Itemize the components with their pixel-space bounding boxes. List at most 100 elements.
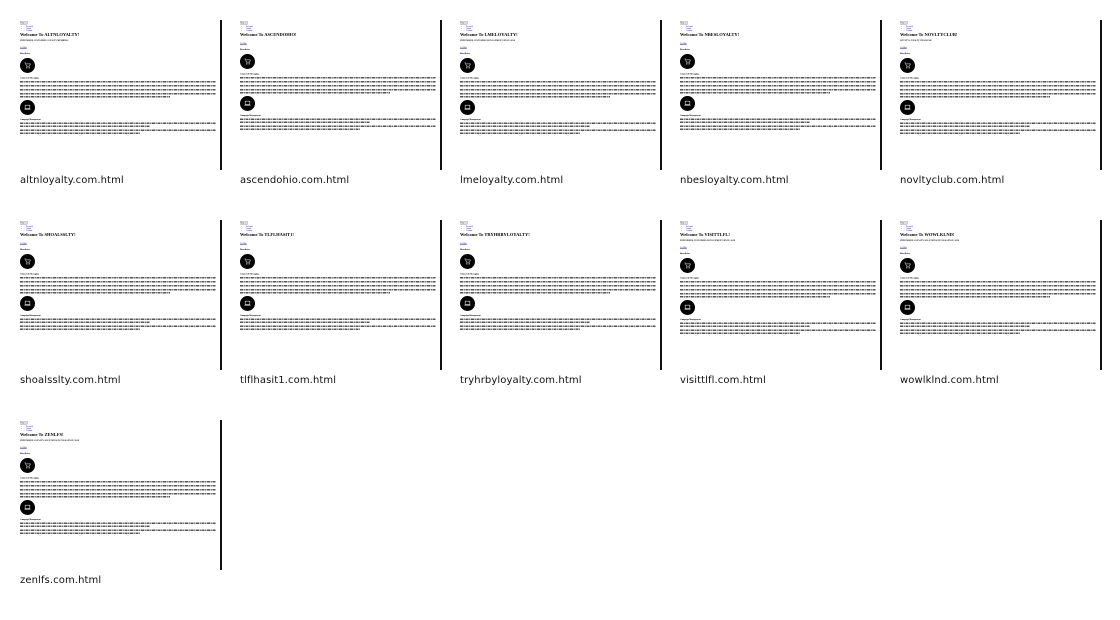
- laptop-icon: [680, 300, 695, 315]
- file-name-label[interactable]: tryhrbyloyalty.com.html: [460, 375, 680, 386]
- paragraph-line: [900, 332, 1020, 334]
- paragraph-line: [680, 325, 810, 327]
- section-heading: Campaign Management: [460, 314, 481, 317]
- paragraph-line: [20, 129, 216, 131]
- skip-link: Skip to: [900, 221, 908, 225]
- page-thumbnail[interactable]: Skip to Rewards About Contact Welcome To…: [20, 220, 222, 370]
- paragraph-line: [20, 96, 170, 98]
- skip-link: Skip to: [20, 421, 28, 425]
- paragraph-line: [680, 293, 876, 295]
- paragraph-line: [240, 285, 436, 287]
- paragraph-line: [20, 125, 150, 127]
- skip-link: Skip to: [240, 21, 248, 25]
- paragraph-line: [20, 122, 216, 124]
- paragraph-line: [460, 85, 656, 87]
- page-thumbnail[interactable]: Skip to Rewards About Contact Welcome To…: [680, 20, 882, 170]
- section-heading: Campaign Management: [240, 114, 261, 117]
- paragraph-line: [900, 93, 1096, 95]
- file-name-label[interactable]: shoalsslty.com.html: [20, 375, 240, 386]
- paragraph-line: [900, 293, 1096, 295]
- paragraph-line: [240, 121, 370, 123]
- skip-link: Skip to: [20, 21, 28, 25]
- paragraph-line: [900, 132, 1020, 134]
- page-thumbnail[interactable]: Skip to Rewards About Contact Welcome To…: [460, 220, 662, 370]
- page-thumbnail[interactable]: Skip to Rewards About Contact Welcome To…: [240, 220, 442, 370]
- paragraph-line: [680, 296, 830, 298]
- laptop-icon: [900, 100, 915, 115]
- subtitle: PREFERRED CUSTOMER LOYALTY MEMBERS: [20, 39, 69, 42]
- section-heading: Connected Messaging: [900, 76, 919, 80]
- section-heading: Connected Messaging: [900, 276, 919, 280]
- laptop-icon: [900, 300, 915, 315]
- page-thumbnail[interactable]: Skip to Rewards About Contact Welcome To…: [20, 420, 222, 570]
- paragraph-line: [20, 321, 150, 323]
- cta-link: Ver Más: [20, 46, 27, 49]
- cart-icon: [20, 58, 35, 73]
- nav-list: Rewards About Contact: [23, 25, 33, 32]
- paragraph-line: [240, 325, 436, 327]
- page-thumbnail[interactable]: Skip to Rewards About Contact Welcome To…: [20, 20, 222, 170]
- laptop-icon: [20, 500, 35, 515]
- file-name-label[interactable]: lmeloyalty.com.html: [460, 175, 680, 186]
- file-name-label[interactable]: nbesloyalty.com.html: [680, 175, 900, 186]
- paragraph-line: [900, 125, 1030, 127]
- file-name-label[interactable]: ascendohio.com.html: [240, 175, 460, 186]
- skip-link: Skip to: [240, 221, 248, 225]
- file-name-label[interactable]: wowlklnd.com.html: [900, 375, 1120, 386]
- cart-icon: [680, 258, 695, 273]
- cart-icon: [460, 58, 475, 73]
- page-thumbnail[interactable]: Skip to Rewards About Contact Welcome To…: [460, 20, 662, 170]
- paragraph-line: [680, 289, 876, 291]
- thumbnail-grid: Skip to Rewards About Contact Welcome To…: [0, 0, 1120, 620]
- cart-icon: [900, 58, 915, 73]
- page-thumbnail[interactable]: Skip to Rewards About Contact Welcome To…: [680, 220, 882, 370]
- section-heading: Connected Messaging: [240, 272, 259, 276]
- paragraph-line: [240, 277, 436, 279]
- paragraph-line: [680, 332, 800, 334]
- paragraph-line: [460, 132, 580, 134]
- cta-link: Ver Más: [900, 46, 907, 49]
- laptop-icon: [240, 96, 255, 111]
- nav-list: Rewards About Contact: [243, 225, 253, 232]
- nav-list: Rewards About Contact: [683, 25, 693, 32]
- paragraph-line: [240, 81, 436, 83]
- feature-heading: Beneficios: [20, 52, 30, 55]
- paragraph-line: [460, 281, 656, 283]
- paragraph-line: [20, 328, 140, 330]
- section-heading: Connected Messaging: [20, 476, 39, 480]
- paragraph-line: [680, 89, 876, 91]
- welcome-heading: Welcome To NBESLOYALTY!: [680, 32, 740, 37]
- page-thumbnail[interactable]: Skip to Rewards About Contact Welcome To…: [900, 20, 1102, 170]
- cta-link: Ver Más: [240, 42, 247, 45]
- section-heading: Campaign Management: [900, 318, 921, 321]
- welcome-heading: Welcome To NOVLTYCLUB!: [900, 32, 958, 37]
- paragraph-line: [900, 289, 1096, 291]
- section-heading: Connected Messaging: [680, 72, 699, 76]
- paragraph-line: [20, 485, 216, 487]
- paragraph-line: [900, 122, 1096, 124]
- paragraph-line: [900, 285, 1096, 287]
- paragraph-line: [20, 325, 216, 327]
- paragraph-line: [240, 292, 390, 294]
- nav-list: Rewards About Contact: [463, 25, 473, 32]
- paragraph-line: [460, 292, 610, 294]
- welcome-heading: Welcome To ALTNLOYALTY!: [20, 32, 80, 37]
- file-name-label[interactable]: zenlfs.com.html: [20, 575, 240, 586]
- paragraph-line: [20, 525, 150, 527]
- file-name-label[interactable]: altnloyalty.com.html: [20, 175, 240, 186]
- laptop-icon: [460, 296, 475, 311]
- section-heading: Campaign Management: [460, 118, 481, 121]
- paragraph-line: [680, 128, 800, 130]
- laptop-icon: [240, 296, 255, 311]
- paragraph-line: [20, 132, 140, 134]
- file-name-label[interactable]: novltyclub.com.html: [900, 175, 1120, 186]
- paragraph-line: [900, 325, 1030, 327]
- page-thumbnail[interactable]: Skip to Rewards About Contact Welcome To…: [240, 20, 442, 170]
- cta-link: Ver Más: [460, 46, 467, 49]
- file-name-label[interactable]: visittlfl.com.html: [680, 375, 900, 386]
- file-name-label[interactable]: tlflhasit1.com.html: [240, 375, 460, 386]
- page-thumbnail[interactable]: Skip to Rewards About Contact Welcome To…: [900, 220, 1102, 370]
- paragraph-line: [240, 125, 436, 127]
- section-heading: Connected Messaging: [240, 72, 259, 76]
- paragraph-line: [460, 125, 590, 127]
